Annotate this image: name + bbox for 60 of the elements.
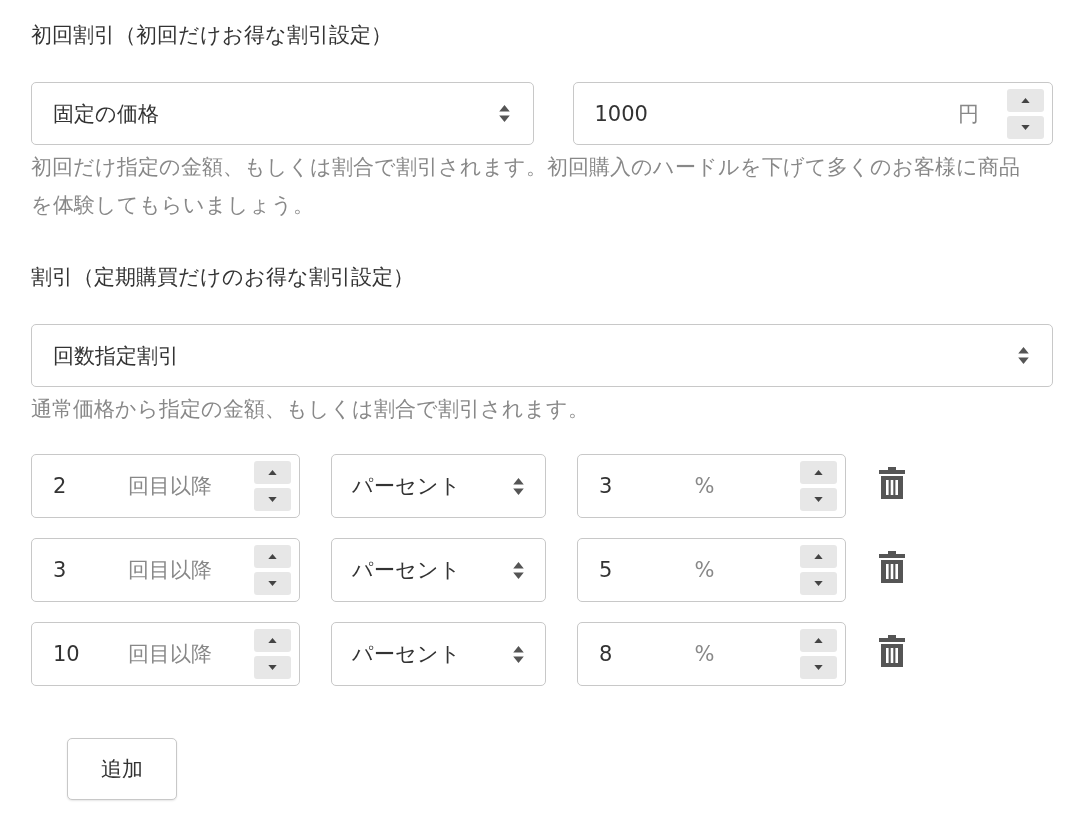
count-field[interactable]: 3 回目以降: [31, 538, 300, 602]
section-label: 割引（定期購買だけのお得な割引設定）: [31, 264, 415, 291]
caret-up-icon: [814, 638, 823, 643]
caret-up-icon: [268, 470, 277, 475]
caret-down-icon: [814, 497, 823, 502]
unit-label: 回目以降: [128, 641, 213, 668]
increment-button[interactable]: [800, 629, 837, 652]
count-field[interactable]: 10 回目以降: [31, 622, 300, 686]
count-field[interactable]: 2 回目以降: [31, 454, 300, 518]
unit-label: 回目以降: [128, 557, 213, 584]
caret-up-icon: [814, 470, 823, 475]
amount-field[interactable]: 1000 円: [572, 82, 1053, 145]
select-arrows-icon: [497, 104, 511, 123]
discount-value-field[interactable]: 5 %: [577, 538, 846, 602]
caret-down-icon: [268, 581, 277, 586]
unit-label: 円: [958, 100, 979, 128]
increment-button[interactable]: [800, 545, 837, 568]
caret-down-icon: [1021, 124, 1030, 130]
unit-label: 回目以降: [128, 473, 213, 500]
discount-type-select[interactable]: 固定の価格: [31, 82, 534, 145]
select-arrows-icon: [512, 560, 525, 580]
trash-icon[interactable]: [879, 551, 905, 583]
caret-down-icon: [268, 665, 277, 670]
discount-value-field[interactable]: 8 %: [577, 622, 846, 686]
select-arrows-icon: [1017, 346, 1030, 365]
caret-up-icon: [268, 638, 277, 643]
caret-up-icon: [1021, 97, 1030, 103]
add-button[interactable]: 追加: [67, 738, 177, 800]
decrement-button[interactable]: [254, 656, 291, 679]
caret-up-icon: [814, 554, 823, 559]
caret-down-icon: [814, 581, 823, 586]
decrement-button[interactable]: [800, 488, 837, 511]
trash-icon[interactable]: [879, 635, 905, 667]
select-arrows-icon: [512, 476, 525, 496]
decrement-button[interactable]: [254, 572, 291, 595]
discount-type-select[interactable]: 回数指定割引: [31, 324, 1053, 387]
discount-unit-select[interactable]: パーセント: [331, 622, 546, 686]
trash-icon[interactable]: [879, 467, 905, 499]
discount-value-field[interactable]: 3 %: [577, 454, 846, 518]
increment-button[interactable]: [800, 461, 837, 484]
help-text: 初回だけ指定の金額、もしくは割合で割引されます。初回購入のハードルを下げて多くのお客様に商品を体験してもらいましょう。: [31, 154, 1021, 219]
unit-label: %: [694, 558, 716, 582]
increment-button[interactable]: [254, 461, 291, 484]
unit-label: %: [694, 642, 716, 666]
select-arrows-icon: [512, 644, 525, 664]
caret-up-icon: [268, 554, 277, 559]
decrement-button[interactable]: [254, 488, 291, 511]
decrement-button[interactable]: [800, 656, 837, 679]
decrement-button[interactable]: [1007, 115, 1044, 139]
discount-unit-select[interactable]: パーセント: [331, 538, 546, 602]
section-label: 初回割引（初回だけお得な割引設定）: [31, 22, 393, 49]
discount-unit-select[interactable]: パーセント: [331, 454, 546, 518]
help-text: 通常価格から指定の金額、もしくは割合で割引されます。: [31, 396, 590, 423]
increment-button[interactable]: [1007, 88, 1044, 112]
increment-button[interactable]: [254, 545, 291, 568]
unit-label: %: [694, 474, 716, 498]
caret-down-icon: [814, 665, 823, 670]
increment-button[interactable]: [254, 629, 291, 652]
decrement-button[interactable]: [800, 572, 837, 595]
caret-down-icon: [268, 497, 277, 502]
